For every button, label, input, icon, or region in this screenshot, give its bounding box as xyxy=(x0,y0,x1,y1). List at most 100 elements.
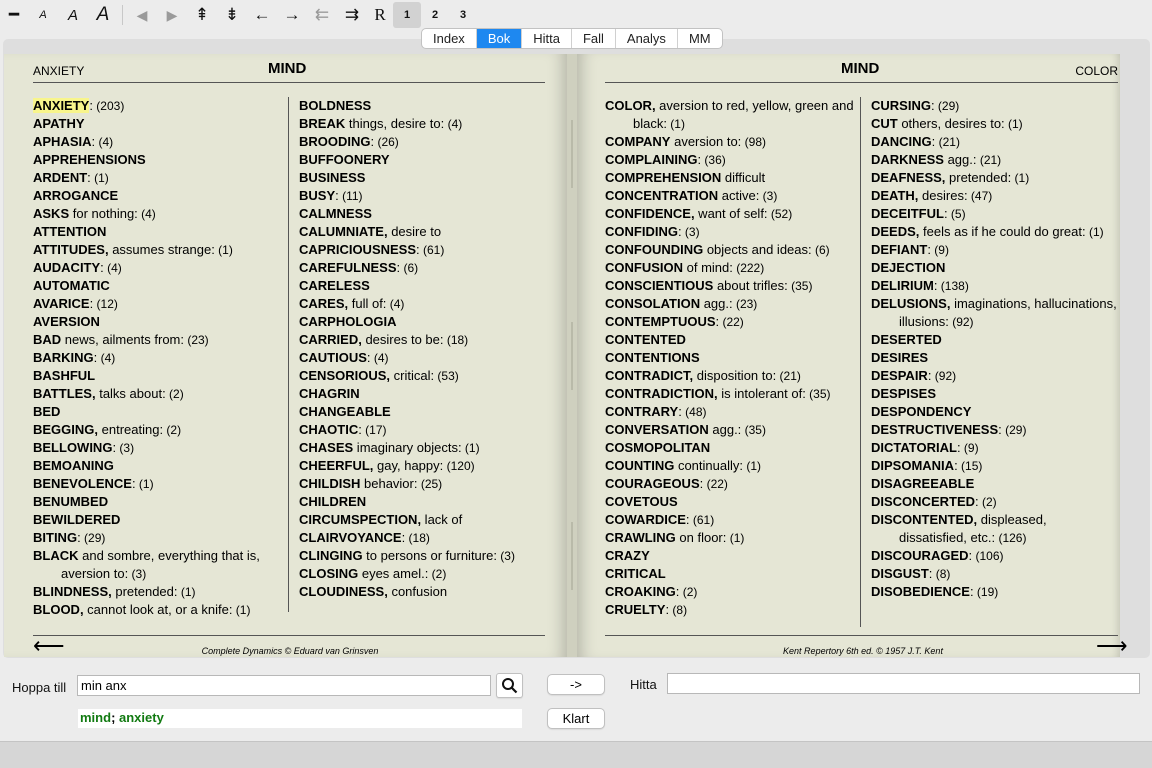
rubric-entry[interactable]: CHAOTIC: (17) xyxy=(299,421,545,439)
rubric-entry[interactable]: DEEDS, feels as if he could do great: (1… xyxy=(871,223,1118,241)
tab-bok[interactable]: Bok xyxy=(476,29,523,48)
rubric-entry[interactable]: ARDENT: (1) xyxy=(33,169,285,187)
rubric-entry[interactable]: CALUMNIATE, desire to xyxy=(299,223,545,241)
rubric-entry[interactable]: DANCING: (21) xyxy=(871,133,1118,151)
rubric-entry[interactable]: CONTRADICTION, is intolerant of: (35) xyxy=(605,385,855,403)
rubric-entry[interactable]: BEWILDERED xyxy=(33,511,285,529)
rubric-entry[interactable]: CARELESS xyxy=(299,277,545,295)
rubric-entry[interactable]: BUSINESS xyxy=(299,169,545,187)
rubric-entry[interactable]: BAD news, ailments from: (23) xyxy=(33,331,285,349)
tab-analys[interactable]: Analys xyxy=(616,29,678,48)
rubric-entry[interactable]: CRAZY xyxy=(605,547,855,565)
rubric-entry[interactable]: BARKING: (4) xyxy=(33,349,285,367)
rubric-entry[interactable]: BENUMBED xyxy=(33,493,285,511)
rubric-entry[interactable]: BLOOD, cannot look at, or a knife: (1) xyxy=(33,601,285,619)
page-2-button[interactable]: 2 xyxy=(421,2,449,28)
tab-mm[interactable]: MM xyxy=(678,29,722,48)
rubric-entry[interactable]: BATTLES, talks about: (2) xyxy=(33,385,285,403)
rubric-entry[interactable]: CHILDISH behavior: (25) xyxy=(299,475,545,493)
rubric-entry[interactable]: DECEITFUL: (5) xyxy=(871,205,1118,223)
rubric-entry[interactable]: BLACK and sombre, everything that is, av… xyxy=(33,547,285,583)
rubric-entry[interactable]: CLOSING eyes amel.: (2) xyxy=(299,565,545,583)
rubric-entry[interactable]: APATHY xyxy=(33,115,285,133)
rubric-entry[interactable]: COMPLAINING: (36) xyxy=(605,151,855,169)
page-1-button[interactable]: 1 xyxy=(393,2,421,28)
rubric-entry[interactable]: COMPANY aversion to: (98) xyxy=(605,133,855,151)
rubric-entry[interactable]: CROAKING: (2) xyxy=(605,583,855,601)
rubric-entry[interactable]: DISCONCERTED: (2) xyxy=(871,493,1118,511)
rubric-entry[interactable]: AUDACITY: (4) xyxy=(33,259,285,277)
rubric-entry[interactable]: ASKS for nothing: (4) xyxy=(33,205,285,223)
rubric-entry[interactable]: CAREFULNESS: (6) xyxy=(299,259,545,277)
rubric-entry[interactable]: BELLOWING: (3) xyxy=(33,439,285,457)
rubric-entry[interactable]: DISCONTENTED, displeased, dissatisfied, … xyxy=(871,511,1118,547)
rubric-entry[interactable]: DESPAIR: (92) xyxy=(871,367,1118,385)
rubric-entry[interactable]: CONTENTED xyxy=(605,331,855,349)
rubric-entry[interactable]: CLOUDINESS, confusion xyxy=(299,583,545,601)
tab-fall[interactable]: Fall xyxy=(572,29,616,48)
rubric-entry[interactable]: BEGGING, entreating: (2) xyxy=(33,421,285,439)
rubric-entry[interactable]: DEJECTION xyxy=(871,259,1118,277)
double-down-arrow-icon[interactable]: ⇟ xyxy=(217,2,247,28)
clear-button[interactable]: Klart xyxy=(547,708,605,729)
rubric-entry[interactable]: CHILDREN xyxy=(299,493,545,511)
rubric-entry[interactable]: COURAGEOUS: (22) xyxy=(605,475,855,493)
rubric-entry[interactable]: CARRIED, desires to be: (18) xyxy=(299,331,545,349)
rubric-entry[interactable]: DELIRIUM: (138) xyxy=(871,277,1118,295)
rubric-entry[interactable]: BREAK things, desire to: (4) xyxy=(299,115,545,133)
tab-hitta[interactable]: Hitta xyxy=(522,29,572,48)
r-icon[interactable]: R xyxy=(367,2,393,28)
rubric-entry[interactable]: BLINDNESS, pretended: (1) xyxy=(33,583,285,601)
rubric-entry[interactable]: CAPRICIOUSNESS: (61) xyxy=(299,241,545,259)
rubric-entry[interactable]: CHAGRIN xyxy=(299,385,545,403)
rubric-entry[interactable]: APHASIA: (4) xyxy=(33,133,285,151)
triangle-right-icon[interactable]: ▶ xyxy=(157,2,187,28)
rubric-entry[interactable]: CIRCUMSPECTION, lack of xyxy=(299,511,545,529)
rubric-entry[interactable]: COUNTING continually: (1) xyxy=(605,457,855,475)
rubric-entry[interactable]: AUTOMATIC xyxy=(33,277,285,295)
rubric-entry[interactable]: DARKNESS agg.: (21) xyxy=(871,151,1118,169)
arrow-right-icon[interactable]: → xyxy=(277,2,307,28)
rubric-entry[interactable]: DISGUST: (8) xyxy=(871,565,1118,583)
find-input[interactable] xyxy=(667,673,1140,694)
rubric-entry[interactable]: DESERTED xyxy=(871,331,1118,349)
double-up-arrow-icon[interactable]: ⇞ xyxy=(187,2,217,28)
rubric-entry[interactable]: CONFOUNDING objects and ideas: (6) xyxy=(605,241,855,259)
rubric-entry[interactable]: DISOBEDIENCE: (19) xyxy=(871,583,1118,601)
rubric-entry[interactable]: CARES, full of: (4) xyxy=(299,295,545,313)
rubric-entry[interactable]: ATTENTION xyxy=(33,223,285,241)
triangle-left-icon[interactable]: ◀ xyxy=(127,2,157,28)
rubric-entry[interactable]: COWARDICE: (61) xyxy=(605,511,855,529)
rubric-entry[interactable]: DIPSOMANIA: (15) xyxy=(871,457,1118,475)
rubric-entry[interactable]: COLOR, aversion to red, yellow, green an… xyxy=(605,97,855,133)
jump-result[interactable]: mind; anxiety xyxy=(78,709,522,728)
rubric-entry[interactable]: DISAGREEABLE xyxy=(871,475,1118,493)
arrow-left-icon[interactable]: ← xyxy=(247,2,277,28)
rubric-entry[interactable]: DEATH, desires: (47) xyxy=(871,187,1118,205)
rubric-entry[interactable]: CHEERFUL, gay, happy: (120) xyxy=(299,457,545,475)
rubric-entry[interactable]: COSMOPOLITAN xyxy=(605,439,855,457)
next-page-arrow-icon[interactable]: ⟶ xyxy=(1096,635,1128,657)
rubric-entry[interactable]: ARROGANCE xyxy=(33,187,285,205)
rubric-entry[interactable]: DESTRUCTIVENESS: (29) xyxy=(871,421,1118,439)
rubric-entry[interactable]: ANXIETY: (203) xyxy=(33,97,285,115)
rubric-entry[interactable]: BUSY: (11) xyxy=(299,187,545,205)
search-button[interactable] xyxy=(496,673,523,698)
rubric-entry[interactable]: CLAIRVOYANCE: (18) xyxy=(299,529,545,547)
jump-input[interactable]: min anx xyxy=(77,675,491,696)
rubric-entry[interactable]: CARPHOLOGIA xyxy=(299,313,545,331)
rubric-entry[interactable]: CURSING: (29) xyxy=(871,97,1118,115)
rubric-entry[interactable]: BOLDNESS xyxy=(299,97,545,115)
page-3-button[interactable]: 3 xyxy=(449,2,477,28)
rubric-entry[interactable]: BENEVOLENCE: (1) xyxy=(33,475,285,493)
rubric-entry[interactable]: CONFIDING: (3) xyxy=(605,223,855,241)
rubric-entry[interactable]: DISCOURAGED: (106) xyxy=(871,547,1118,565)
rubric-entry[interactable]: COMPREHENSION difficult xyxy=(605,169,855,187)
rubric-entry[interactable]: ATTITUDES, assumes strange: (1) xyxy=(33,241,285,259)
rubric-entry[interactable]: CENSORIOUS, critical: (53) xyxy=(299,367,545,385)
rubric-entry[interactable]: DESPISES xyxy=(871,385,1118,403)
rubric-entry[interactable]: DEFIANT: (9) xyxy=(871,241,1118,259)
go-button[interactable]: -> xyxy=(547,674,605,695)
rubric-entry[interactable]: CALMNESS xyxy=(299,205,545,223)
rubric-entry[interactable]: CUT others, desires to: (1) xyxy=(871,115,1118,133)
